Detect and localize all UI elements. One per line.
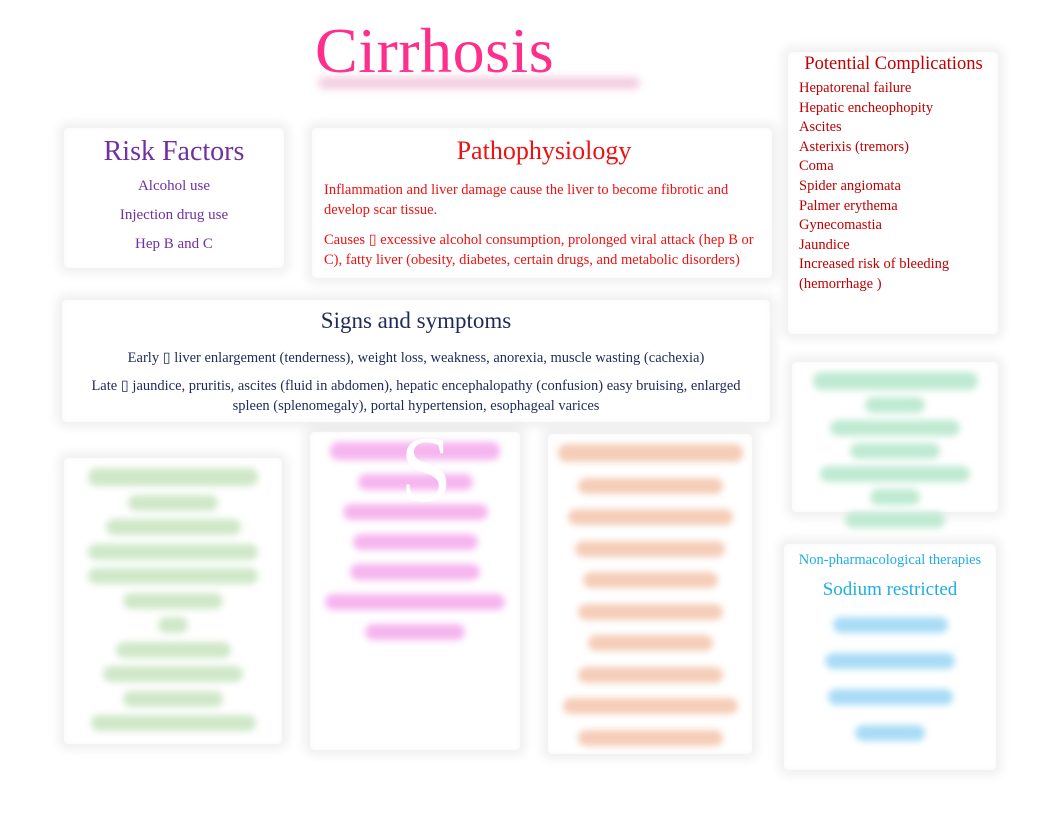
pathophysiology-causes: Causes ▯ excessive alcohol consumption, … (324, 232, 754, 268)
complication-item: Gynecomastia (799, 217, 882, 234)
complications-card: Potential Complications Hepatorenal fail… (788, 52, 998, 334)
blurred-line (350, 564, 480, 580)
nonpharm-item: Sodium restricted (822, 579, 958, 600)
blurred-line (123, 690, 223, 707)
complication-item: Coma (799, 158, 834, 175)
pathophysiology-description: Inflammation and liver damage cause the … (324, 182, 729, 218)
complication-item: Jaundice (799, 236, 850, 253)
early-signs: Early ▯ liver enlargement (tenderness), … (127, 350, 705, 366)
blurred-line (567, 509, 733, 525)
blurred-line (827, 689, 953, 705)
blurred-line (830, 420, 960, 436)
blurred-heading (88, 468, 258, 486)
complication-item: Ascites (799, 119, 842, 136)
blurred-line (577, 729, 723, 746)
blurred-line (865, 397, 925, 413)
blurred-line (128, 494, 218, 511)
blurred-line (587, 635, 713, 651)
blurred-line (850, 443, 940, 459)
blurred-heading (557, 444, 743, 462)
late-signs: Late ▯ jaundice, pruritis, ascites (flui… (91, 378, 741, 414)
blurred-line (365, 624, 465, 640)
overlay-letter: S (400, 418, 453, 522)
complication-item: Palmer erythema (799, 197, 898, 214)
blurred-line (88, 568, 258, 584)
signs-symptoms-card: Signs and symptoms Early ▯ liver enlarge… (62, 300, 770, 422)
complication-item: Hepatic encheophopity (799, 99, 934, 116)
blurred-line (158, 617, 188, 633)
blurred-line (105, 519, 241, 535)
blurred-line (582, 572, 718, 588)
complication-item: (hemorrhage ) (799, 275, 882, 292)
blurred-line (352, 534, 478, 550)
blurred-line (577, 603, 723, 620)
complication-item: Spider angiomata (799, 177, 901, 194)
risk-factor-item: Injection drug use (119, 207, 229, 223)
blurred-line (870, 489, 920, 505)
blurred-line (325, 594, 505, 610)
blurred-line (123, 592, 223, 609)
complication-item: Increased risk of bleeding (799, 256, 950, 273)
complication-item: Asterixis (tremors) (799, 138, 909, 155)
risk-factors-heading: Risk Factors (103, 136, 245, 167)
complications-heading: Potential Complications (804, 54, 983, 74)
blurred-line (103, 666, 243, 682)
blurred-line (820, 466, 970, 482)
risk-factor-item: Alcohol use (137, 178, 211, 194)
pathophysiology-card: Pathophysiology Inflammation and liver d… (312, 128, 772, 278)
nonpharm-therapies-card: Non-pharmacological therapies Sodium res… (784, 544, 996, 770)
blurred-section-green (64, 458, 282, 744)
blurred-section-orange (548, 434, 752, 754)
blurred-line (90, 715, 256, 731)
nonpharm-heading: Non-pharmacological therapies (798, 552, 982, 568)
blurred-line (577, 666, 723, 683)
blurred-line (562, 698, 738, 714)
blurred-line (855, 725, 925, 741)
complication-item: Hepatorenal failure (799, 80, 912, 96)
blurred-line (577, 477, 723, 494)
blurred-line (115, 641, 231, 658)
pathophysiology-heading: Pathophysiology (456, 136, 632, 165)
blurred-line (575, 540, 725, 557)
blurred-line (825, 653, 955, 669)
blurred-section-mint (792, 362, 998, 528)
risk-factor-item: Hep B and C (135, 236, 213, 252)
blurred-line (845, 512, 945, 528)
blurred-heading (812, 372, 978, 390)
risk-factors-card: Risk Factors Alcohol use Injection drug … (64, 128, 284, 268)
blurred-line (88, 543, 258, 560)
signs-heading: Signs and symptoms (320, 308, 512, 333)
title-underline (318, 77, 640, 89)
blurred-line (832, 617, 948, 633)
complications-list: Hepatorenal failure Hepatic encheophopit… (799, 79, 998, 295)
